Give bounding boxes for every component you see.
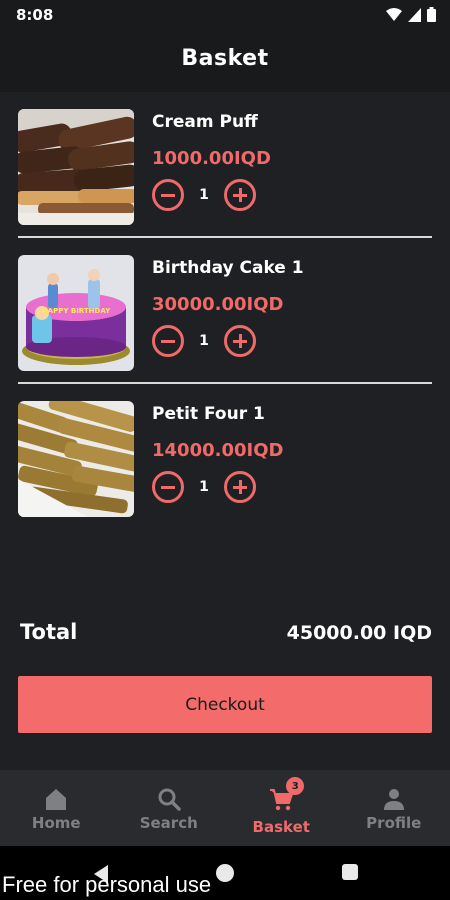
birthday-cake-image: HAPPY BIRTHDAY (18, 255, 134, 371)
quantity-value: 1 (199, 333, 209, 349)
recents-icon[interactable] (342, 864, 358, 880)
quantity-value: 1 (199, 187, 209, 203)
nav-label: Profile (366, 814, 422, 832)
quantity-stepper: 1 (152, 471, 256, 503)
status-icons (386, 7, 436, 22)
cake-text: HAPPY BIRTHDAY (42, 307, 111, 315)
item-price: 1000.00IQD (152, 148, 271, 169)
cart-icon-wrap: 3 (268, 777, 305, 816)
person-icon (383, 789, 404, 810)
item-price: 30000.00IQD (152, 294, 284, 315)
nav-item-search[interactable]: Search (113, 770, 226, 846)
basket-item: Cream Puff 1000.00IQD 1 (18, 92, 432, 238)
nav-item-home[interactable]: Home (0, 770, 113, 846)
total-value: 45000.00 IQD (286, 622, 432, 644)
battery-icon (427, 7, 436, 22)
search-icon (158, 788, 181, 811)
checkout-button[interactable]: Checkout (18, 676, 432, 733)
total-label: Total (20, 620, 78, 644)
quantity-stepper: 1 (152, 179, 256, 211)
cart-badge: 3 (286, 777, 305, 795)
minus-icon (161, 485, 175, 489)
item-name: Cream Puff (152, 112, 258, 132)
signal-icon (408, 7, 421, 22)
increase-quantity-button[interactable] (224, 179, 256, 211)
nav-item-profile[interactable]: Profile (338, 770, 450, 846)
total-row: Total 45000.00 IQD (20, 620, 432, 650)
cream-puff-image (18, 109, 134, 225)
basket-list: Cream Puff 1000.00IQD 1 HAPPY BIRTHDAY B… (0, 92, 450, 530)
nav-label: Home (31, 814, 81, 832)
home-button-icon[interactable] (216, 864, 234, 882)
minus-icon (161, 339, 175, 343)
nav-label: Basket (252, 818, 310, 836)
decrease-quantity-button[interactable] (152, 179, 184, 211)
minus-icon (161, 193, 175, 197)
item-name: Birthday Cake 1 (152, 258, 304, 278)
app-bar: Basket (0, 30, 450, 92)
nav-item-basket[interactable]: 3 Basket (225, 770, 338, 846)
status-time: 8:08 (16, 6, 54, 24)
wifi-icon (386, 7, 402, 21)
petit-four-image (18, 401, 134, 517)
page-title: Basket (181, 46, 269, 71)
item-price: 14000.00IQD (152, 440, 284, 461)
status-bar: 8:08 (0, 0, 450, 30)
quantity-value: 1 (199, 479, 209, 495)
item-name: Petit Four 1 (152, 404, 265, 424)
basket-item: HAPPY BIRTHDAY Birthday Cake 1 30000.00I… (18, 238, 432, 384)
watermark: Free for personal use (2, 872, 212, 897)
nav-label: Search (139, 814, 198, 832)
decrease-quantity-button[interactable] (152, 325, 184, 357)
increase-quantity-button[interactable] (224, 471, 256, 503)
decrease-quantity-button[interactable] (152, 471, 184, 503)
home-icon (46, 789, 67, 810)
increase-quantity-button[interactable] (224, 325, 256, 357)
quantity-stepper: 1 (152, 325, 256, 357)
basket-item: Petit Four 1 14000.00IQD 1 (18, 384, 432, 530)
bottom-nav: Home Search 3 Basket Profile (0, 770, 450, 846)
